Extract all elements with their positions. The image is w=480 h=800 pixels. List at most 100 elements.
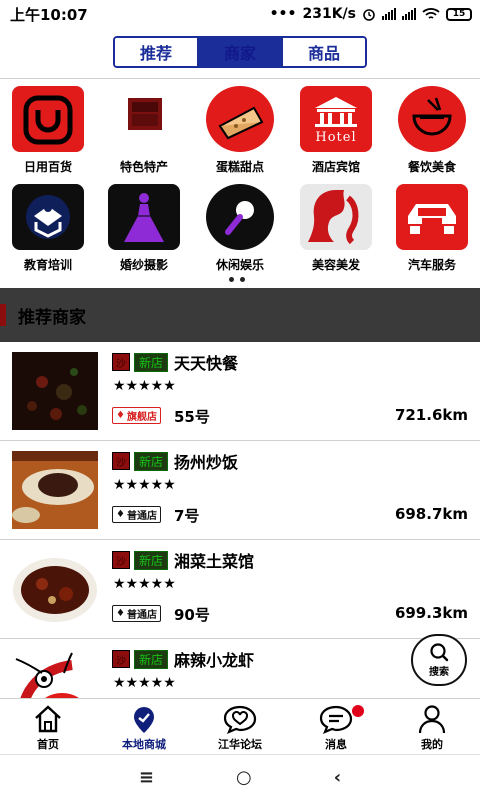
- search-label: 搜索: [429, 667, 449, 678]
- merchant-number: 90号: [174, 606, 210, 624]
- level-label: 旗舰店: [126, 412, 157, 423]
- status-bar: 上午10:07 ••• 231K/s 15: [0, 0, 480, 28]
- level-badge: ♦ 普通店: [112, 605, 161, 622]
- page-indicator: [229, 277, 245, 282]
- merchant-number: 55号: [174, 408, 210, 426]
- hotel-icon: Hotel: [300, 86, 372, 152]
- status-dots: •••: [269, 6, 297, 22]
- tab-messages[interactable]: 消息: [288, 699, 384, 754]
- tab-mine[interactable]: 我的: [384, 699, 480, 754]
- merchant-badges: 沙 新店 天天快餐: [112, 350, 238, 374]
- merchant-thumbnail: [12, 550, 98, 628]
- list-item[interactable]: 沙 新店 扬州炒饭 ★★★★★ ♦ 普通店 7号 698.7km: [0, 441, 480, 540]
- alarm-icon: [363, 9, 375, 21]
- category-cake[interactable]: 蛋糕甜点: [192, 86, 288, 182]
- section-header: 推荐商家: [0, 288, 480, 342]
- heart-chat-icon: [223, 705, 257, 735]
- tab-recommend[interactable]: 推荐: [115, 38, 199, 66]
- badge-new: 新店: [134, 352, 169, 372]
- category-wedding[interactable]: 婚纱摄影: [96, 184, 192, 280]
- category-daily-goods[interactable]: 日用百货: [0, 86, 96, 182]
- smile-bag-icon: [12, 86, 84, 152]
- wifi-icon: [422, 7, 440, 19]
- status-time: 上午10:07: [10, 5, 88, 24]
- category-label: 蛋糕甜点: [215, 160, 264, 174]
- category-hotel[interactable]: Hotel 酒店宾馆: [288, 86, 384, 182]
- category-label: 教育培训: [23, 258, 72, 272]
- tab-home[interactable]: 首页: [0, 699, 96, 754]
- badge-sha: 沙: [112, 452, 130, 470]
- list-item[interactable]: 沙 新店 湘菜土菜馆 ★★★★★ ♦ 普通店 90号 699.3km: [0, 540, 480, 639]
- back-button[interactable]: ‹: [334, 767, 341, 788]
- badge-sha: 沙: [112, 353, 130, 371]
- status-indicators: ••• 231K/s 15: [270, 6, 472, 22]
- signal-icon: [382, 8, 396, 20]
- category-label: 特色特产: [119, 160, 168, 174]
- diamond-icon: ♦: [116, 608, 125, 619]
- list-item[interactable]: 沙 新店 天天快餐 ★★★★★ ♦ 旗舰店 55号 721.6km: [0, 342, 480, 441]
- category-label: 日用百货: [23, 160, 72, 174]
- star-rating: ★★★★★: [113, 477, 176, 493]
- tab-label: 消息: [325, 738, 347, 751]
- category-label: 婚纱摄影: [119, 258, 168, 272]
- battery-icon: 15: [446, 7, 472, 21]
- category-label: 汽车服务: [407, 258, 456, 272]
- merchant-badges: 沙 新店 湘菜土菜馆: [112, 548, 254, 572]
- diamond-icon: ♦: [116, 509, 125, 520]
- bottom-tab-bar: 首页 本地商城 江华论坛 消息 我的: [0, 698, 480, 754]
- hotel-icon-text: Hotel: [315, 129, 357, 145]
- divider: [0, 78, 480, 79]
- menu-button[interactable]: ≡: [139, 767, 154, 788]
- category-leisure[interactable]: 休闲娱乐: [192, 184, 288, 280]
- diamond-icon: ♦: [116, 410, 125, 421]
- bowl-icon: [398, 86, 466, 152]
- merchant-thumbnail: [12, 352, 98, 430]
- category-label: 休闲娱乐: [215, 258, 264, 272]
- search-button[interactable]: 搜索: [411, 634, 467, 686]
- merchant-name: 麻辣小龙虾: [174, 651, 255, 670]
- microphone-icon: [206, 184, 274, 250]
- category-specialty[interactable]: 特色特产: [96, 86, 192, 182]
- star-rating: ★★★★★: [113, 378, 176, 394]
- merchant-badges: 沙 新店 扬州炒饭: [112, 449, 238, 473]
- category-food[interactable]: 餐饮美食: [384, 86, 480, 182]
- star-rating: ★★★★★: [113, 576, 176, 592]
- merchant-thumbnail: [12, 451, 98, 529]
- beauty-icon: [300, 184, 372, 250]
- level-badge: ♦ 旗舰店: [112, 407, 161, 424]
- home-icon: [35, 705, 61, 733]
- tab-label: 本地商城: [122, 738, 166, 751]
- system-nav-bar: ≡ ○ ‹: [0, 754, 480, 800]
- location-pin-icon: [134, 707, 154, 733]
- category-label: 餐饮美食: [407, 160, 456, 174]
- merchant-distance: 698.7km: [394, 505, 468, 523]
- wedding-dress-icon: [108, 184, 180, 250]
- merchant-distance: 721.6km: [394, 406, 468, 424]
- gift-box-icon: [108, 86, 180, 152]
- category-car[interactable]: 汽车服务: [384, 184, 480, 280]
- category-education[interactable]: 教育培训: [0, 184, 96, 280]
- message-icon: [319, 705, 353, 735]
- tab-local-mall[interactable]: 本地商城: [96, 699, 192, 754]
- home-button[interactable]: ○: [236, 767, 252, 788]
- merchant-name: 扬州炒饭: [174, 453, 239, 472]
- section-title: 推荐商家: [18, 307, 86, 328]
- tab-merchants[interactable]: 商家: [199, 38, 283, 66]
- list-item[interactable]: 沙 新店 麻辣小龙虾 ★★★★★: [0, 639, 480, 698]
- merchant-thumbnail: [12, 649, 98, 698]
- merchant-badges: 沙 新店 麻辣小龙虾: [112, 647, 254, 671]
- level-label: 普通店: [126, 511, 157, 522]
- badge-new: 新店: [134, 451, 169, 471]
- tab-forum[interactable]: 江华论坛: [192, 699, 288, 754]
- search-icon: [430, 643, 449, 662]
- level-badge: ♦ 普通店: [112, 506, 161, 523]
- category-label: 酒店宾馆: [311, 160, 360, 174]
- category-label: 美容美发: [311, 258, 360, 272]
- category-beauty[interactable]: 美容美发: [288, 184, 384, 280]
- car-icon: [396, 184, 468, 250]
- education-icon: [12, 184, 84, 250]
- tab-products[interactable]: 商品: [283, 38, 365, 66]
- notification-dot: [352, 705, 364, 717]
- merchant-list[interactable]: 沙 新店 天天快餐 ★★★★★ ♦ 旗舰店 55号 721.6km 沙 新店 扬州…: [0, 342, 480, 698]
- user-icon: [418, 705, 446, 734]
